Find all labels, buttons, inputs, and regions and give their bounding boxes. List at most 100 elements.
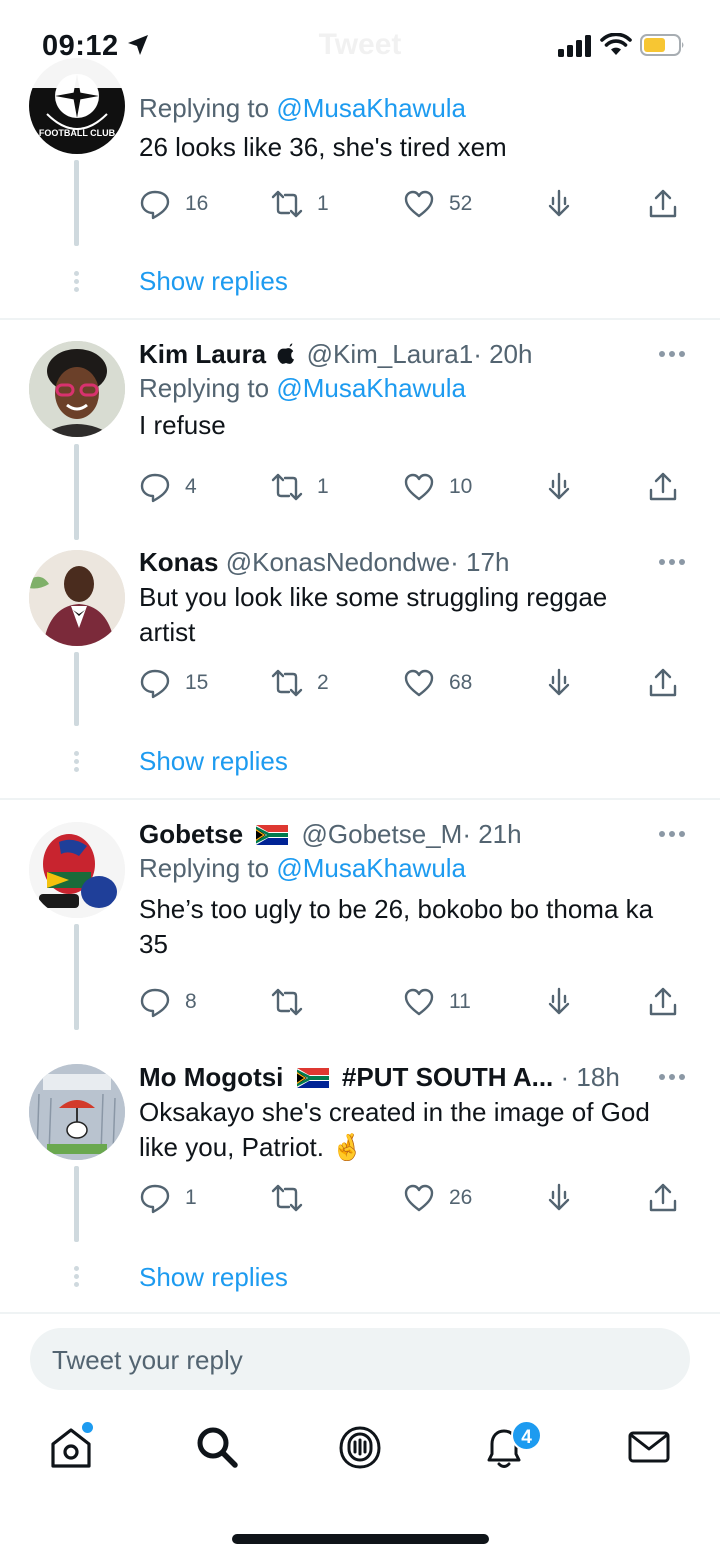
retweet-icon xyxy=(271,473,303,501)
timestamp: · 20h xyxy=(473,339,533,369)
download-arrow-icon xyxy=(548,189,570,217)
like-count: 26 xyxy=(449,1186,473,1209)
share-button[interactable] xyxy=(647,469,679,505)
avatar[interactable] xyxy=(29,1064,125,1160)
tweet-header: Konas @KonasNedondwe· 17h xyxy=(139,546,686,580)
like-button[interactable]: 26 xyxy=(403,1180,472,1216)
reply-input[interactable]: Tweet your reply xyxy=(30,1328,690,1390)
show-replies-link[interactable]: Show replies xyxy=(139,746,288,777)
reply-button[interactable]: 8 xyxy=(139,984,197,1020)
more-replies-dots xyxy=(74,1266,79,1290)
mention-link[interactable]: @MusaKhawula xyxy=(276,373,466,403)
boxing-glove-flag-icon xyxy=(29,822,125,918)
mention-link[interactable]: @MusaKhawula xyxy=(276,93,466,123)
retweet-count: 2 xyxy=(317,671,329,694)
user-photo-icon xyxy=(29,550,125,646)
bookmark-down-button[interactable] xyxy=(543,1180,575,1216)
replying-to: Replying to @MusaKhawula xyxy=(139,373,467,403)
show-replies-link[interactable]: Show replies xyxy=(139,266,288,297)
like-count: 10 xyxy=(449,475,473,498)
reply-button[interactable]: 16 xyxy=(139,186,208,222)
display-name[interactable]: Konas xyxy=(139,547,218,577)
reply-icon xyxy=(140,669,170,699)
share-icon xyxy=(649,1183,677,1212)
tweet-text: Oksakayo she's created in the image of G… xyxy=(139,1097,650,1162)
handle: @Kim_Laura1 xyxy=(306,339,474,369)
reply-icon xyxy=(140,988,170,1018)
replying-to: Replying to @MusaKhawula xyxy=(139,93,467,123)
share-button[interactable] xyxy=(647,984,679,1020)
retweet-icon xyxy=(271,988,303,1016)
bookmark-down-button[interactable] xyxy=(543,469,575,505)
tweet-text: 26 looks like 36, she's tired xem xyxy=(139,132,507,162)
reply-count: 16 xyxy=(185,192,209,215)
retweet-icon xyxy=(271,190,303,218)
more-options-icon[interactable] xyxy=(658,350,686,358)
reply-button[interactable]: 15 xyxy=(139,665,208,701)
replying-to: Replying to @MusaKhawula xyxy=(139,853,467,883)
share-icon xyxy=(649,189,677,218)
download-arrow-icon xyxy=(548,987,570,1015)
tweet-text: But you look like some struggling reggae… xyxy=(139,582,608,647)
search-icon[interactable] xyxy=(192,1422,242,1472)
tweet-actions: 15 2 68 xyxy=(139,665,684,701)
divider xyxy=(0,318,720,320)
display-name[interactable]: Gobetse xyxy=(139,819,243,849)
tweet-text: She’s too ugly to be 26, bokobo bo thoma… xyxy=(139,894,654,959)
retweet-button[interactable]: 2 xyxy=(271,665,329,701)
avatar[interactable] xyxy=(29,550,125,646)
thread-line xyxy=(74,160,79,246)
retweet-count: 1 xyxy=(317,192,329,215)
like-count: 52 xyxy=(449,192,473,215)
reply-icon xyxy=(140,473,170,503)
bookmark-down-button[interactable] xyxy=(543,665,575,701)
display-name[interactable]: Kim Laura xyxy=(139,339,266,369)
handle: @KonasNedondwe xyxy=(225,547,451,577)
show-replies-link[interactable]: Show replies xyxy=(139,1262,288,1293)
avatar[interactable] xyxy=(29,822,125,918)
retweet-button[interactable]: 1 xyxy=(271,186,329,222)
status-time: 09:12 xyxy=(42,30,119,62)
messages-icon[interactable] xyxy=(624,1422,674,1472)
timestamp: · 21h xyxy=(462,819,522,849)
spaces-icon[interactable] xyxy=(335,1422,385,1472)
bookmark-down-button[interactable] xyxy=(543,984,575,1020)
notifications-badge: 4 xyxy=(511,1420,542,1451)
share-button[interactable] xyxy=(647,1180,679,1216)
timestamp: · 17h xyxy=(450,547,510,577)
retweet-button[interactable] xyxy=(271,984,317,1020)
reply-button[interactable]: 1 xyxy=(139,1180,197,1216)
reply-count: 15 xyxy=(185,671,209,694)
user-photo-icon xyxy=(29,341,125,437)
svg-text:FOOTBALL CLUB: FOOTBALL CLUB xyxy=(39,128,116,138)
reply-count: 8 xyxy=(185,990,197,1013)
bookmark-down-button[interactable] xyxy=(543,186,575,222)
handle: @Gobetse_M xyxy=(301,819,463,849)
retweet-button[interactable] xyxy=(271,1180,317,1216)
mention-link[interactable]: @MusaKhawula xyxy=(276,853,466,883)
divider xyxy=(0,798,720,800)
avatar[interactable] xyxy=(29,341,125,437)
reply-button[interactable]: 4 xyxy=(139,469,197,505)
share-icon xyxy=(649,472,677,501)
south-africa-flag-icon xyxy=(296,1068,329,1088)
like-button[interactable]: 52 xyxy=(403,186,472,222)
more-options-icon[interactable] xyxy=(658,1073,686,1081)
like-button[interactable]: 10 xyxy=(403,469,472,505)
retweet-icon xyxy=(271,1184,303,1212)
share-button[interactable] xyxy=(647,186,679,222)
retweet-button[interactable]: 1 xyxy=(271,469,329,505)
thread-line xyxy=(74,652,79,726)
reply-icon xyxy=(140,1184,170,1214)
more-options-icon[interactable] xyxy=(658,830,686,838)
location-arrow-icon xyxy=(128,35,148,55)
share-button[interactable] xyxy=(647,665,679,701)
share-icon xyxy=(649,668,677,697)
tweet-header: Mo Mogotsi #PUT SOUTH A... · 18h xyxy=(139,1061,686,1095)
like-count: 11 xyxy=(449,990,471,1013)
display-name[interactable]: Mo Mogotsi xyxy=(139,1062,283,1092)
like-button[interactable]: 68 xyxy=(403,665,472,701)
more-options-icon[interactable] xyxy=(658,558,686,566)
tweet-header: Gobetse @Gobetse_M· 21h xyxy=(139,818,686,852)
like-button[interactable]: 11 xyxy=(403,984,471,1020)
